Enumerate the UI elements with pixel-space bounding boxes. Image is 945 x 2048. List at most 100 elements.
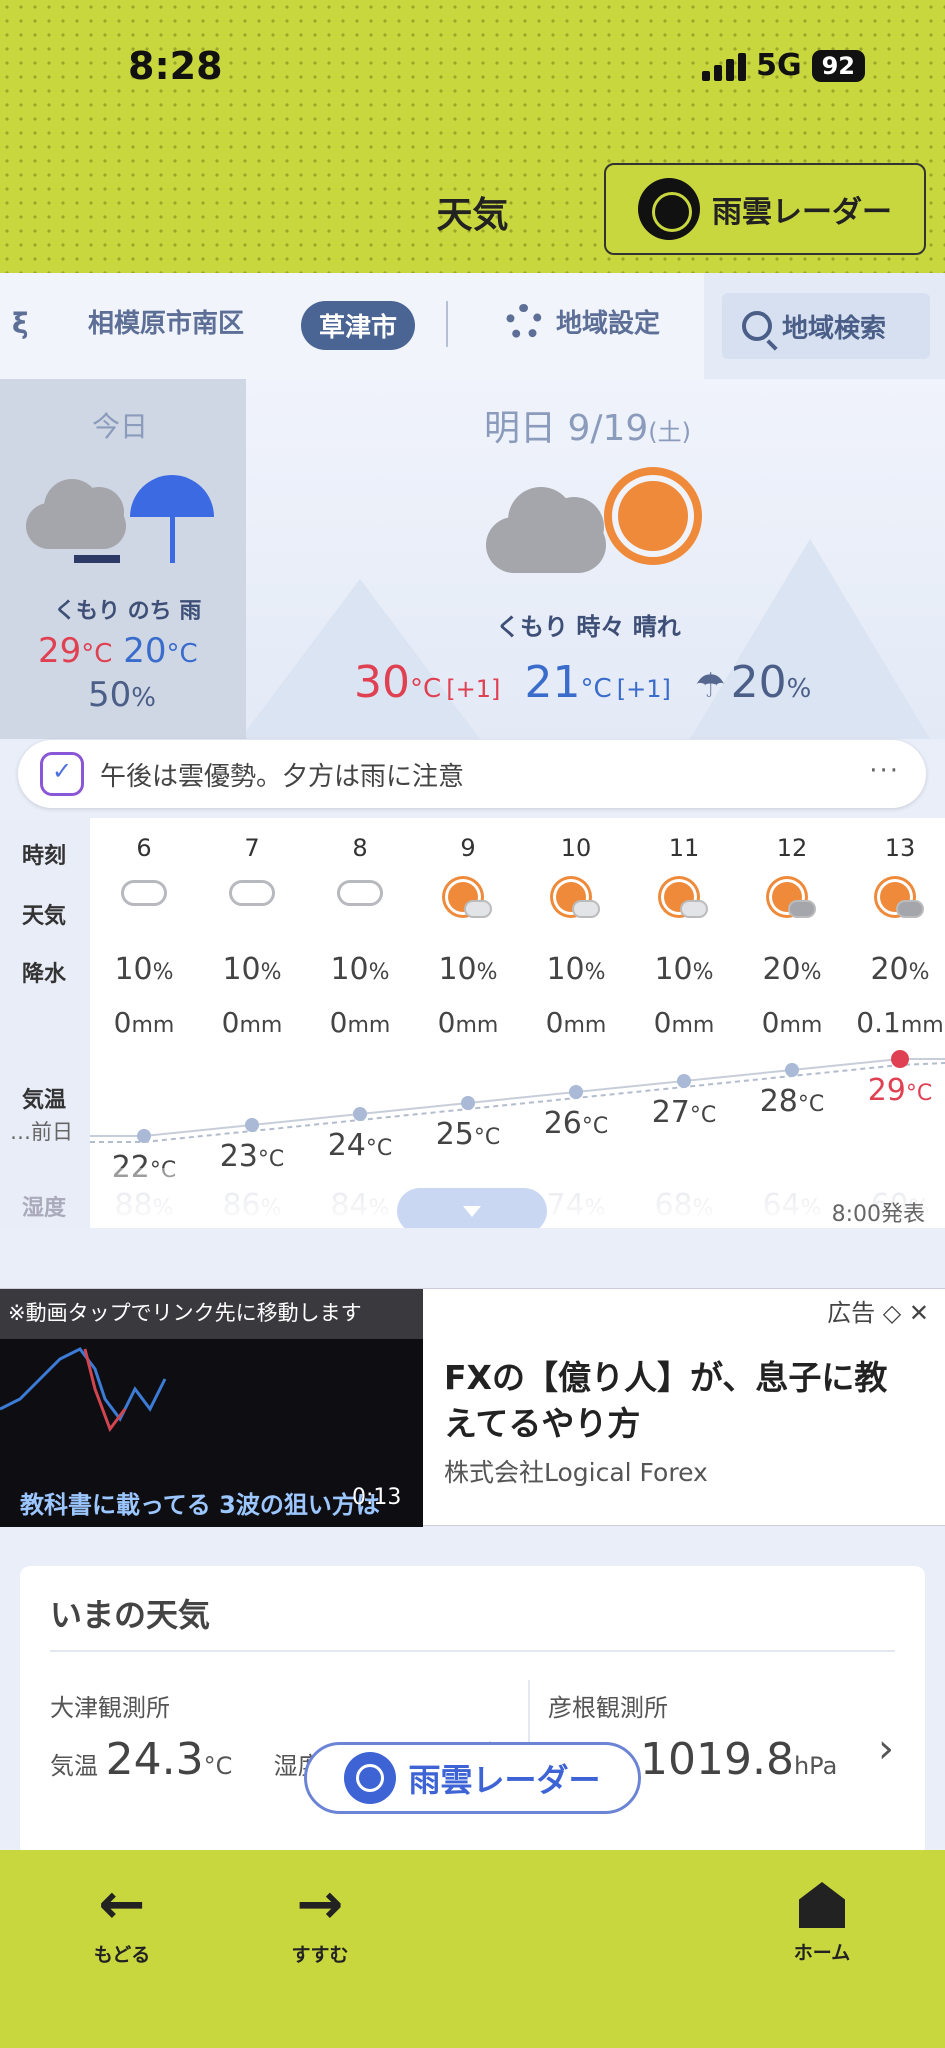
nav-back-label: もどる (93, 1944, 151, 1966)
ad-title[interactable]: FXの【億り人】が、息子に教えてるやり方 (444, 1355, 914, 1447)
precip-pct: 10% (330, 952, 390, 987)
area-settings-label: 地域設定 (556, 309, 661, 339)
radar-icon (638, 178, 700, 240)
area-search-button[interactable]: 地域検索 (722, 293, 930, 359)
divider (50, 1650, 895, 1652)
area-settings-button[interactable]: 地域設定 (506, 303, 660, 340)
home-icon (799, 1882, 845, 1928)
ad-label[interactable]: 広告 ◇ ✕ (827, 1293, 929, 1328)
area-item-kusatsu[interactable]: 草津市 (301, 301, 416, 350)
area-divider (446, 301, 448, 347)
precip-pct: 10% (546, 952, 606, 987)
app-header: 8:28 5G 92 天気 雨雲レーダー (0, 0, 945, 273)
mountain-decoration (690, 539, 930, 739)
temp-point (677, 1074, 691, 1088)
precip-mm: 0mm (437, 1006, 499, 1039)
today-high: 29 (38, 631, 82, 671)
tomorrow-weather-text: くもり 時々 晴れ (496, 613, 681, 641)
tomorrow-precip: 20 (730, 657, 787, 708)
close-icon[interactable]: ✕ (909, 1299, 929, 1327)
rain-radar-button[interactable]: 雨雲レーダー (604, 163, 926, 255)
status-indicators: 5G 92 (702, 48, 865, 83)
today-weather-text: くもり のち 雨 (54, 599, 202, 624)
bottom-nav: ← もどる → すすむ ホーム (0, 1850, 945, 2048)
more-icon[interactable]: ··· (869, 756, 900, 786)
search-icon (742, 311, 772, 341)
temp-value: 25°C (435, 1117, 501, 1152)
ad-banner[interactable]: ※動画タップでリンク先に移動します 教科書に載ってる 3波の狙い方は 0:13 … (0, 1288, 945, 1527)
tomorrow-high: 30 (354, 657, 410, 708)
today-precip: 50% (88, 675, 156, 715)
area-prev-item[interactable]: ξ (12, 307, 29, 340)
arrow-left-icon: ← (98, 1872, 146, 1937)
radar-icon (344, 1752, 397, 1804)
precip-mm: 0mm (329, 1006, 391, 1039)
signal-icon (702, 51, 747, 81)
nav-forward[interactable]: → すすむ (260, 1870, 380, 1967)
nav-home[interactable]: ホーム (762, 1870, 882, 1965)
temp-value: 24°C (327, 1128, 393, 1163)
status-time: 8:28 (128, 44, 223, 88)
today-forecast[interactable]: 今日 くもり のち 雨 29°C 20°C 50% (0, 379, 246, 739)
temp-value: 29°C (867, 1073, 933, 1108)
ad-video-caption: 教科書に載ってる 3波の狙い方は (20, 1491, 380, 1519)
hour-label: 13 (884, 834, 916, 862)
sun-cloud-icon (850, 880, 945, 924)
today-low: 20 (123, 631, 167, 671)
umbrella-icon (130, 475, 214, 563)
comment-text: 午後は雲優勢。夕方は雨に注意 (100, 761, 465, 792)
sun-cloud-icon (418, 880, 518, 924)
floating-radar-label: 雨雲レーダー (408, 1761, 601, 1799)
forecast-comment[interactable]: 午後は雲優勢。夕方は雨に注意 ··· (18, 740, 926, 808)
today-temps: 29°C 20°C (38, 631, 198, 671)
cloud-icon (202, 880, 302, 910)
expand-button[interactable] (397, 1188, 547, 1228)
cloud-icon (94, 880, 194, 910)
chevron-right-icon[interactable]: › (878, 1726, 894, 1772)
forecast-panel: 今日 くもり のち 雨 29°C 20°C 50% 明日 9/19(土) くもり… (0, 379, 945, 739)
today-precip-value: 50 (88, 675, 132, 715)
sun-icon (618, 481, 688, 551)
tomorrow-high-diff: [+1] (446, 675, 501, 703)
tomorrow-dow: (土) (648, 418, 692, 446)
area-tabs: ξ 相模原市南区 草津市 地域設定 地域検索 (0, 273, 945, 379)
precip-pct: 10% (222, 952, 282, 987)
precip-pct: 10% (438, 952, 498, 987)
nav-back[interactable]: ← もどる (62, 1870, 182, 1967)
area-item-sagamihara[interactable]: 相模原市南区 (88, 303, 244, 340)
tomorrow-low-diff: [+1] (616, 675, 671, 703)
precip-mm: 0mm (653, 1006, 715, 1039)
battery-level: 92 (811, 49, 865, 82)
rain-radar-label: 雨雲レーダー (712, 195, 892, 230)
temp-unit: °C (166, 639, 198, 669)
temp-point (353, 1107, 367, 1121)
then-arrow-icon (74, 555, 120, 563)
temp-unit: °C (203, 1752, 233, 1780)
station-name-hikone: 彦根観測所 (548, 1694, 668, 1722)
station-otsu-values[interactable]: 気温 24.3°C 湿度 (50, 1734, 322, 1785)
temp-point (137, 1129, 151, 1143)
floating-radar-button[interactable]: 雨雲レーダー (304, 1742, 641, 1814)
temp-value: 26°C (543, 1106, 609, 1141)
station-hikone-values[interactable]: 1019.8hPa (640, 1734, 837, 1785)
today-label: 今日 (92, 410, 149, 443)
pct-unit: % (131, 683, 156, 713)
issued-time: 8:00発表 (831, 1202, 925, 1227)
nav-home-label: ホーム (793, 1942, 851, 1964)
gear-icon (506, 303, 542, 340)
temp-point (891, 1050, 909, 1068)
info-icon[interactable]: ◇ (883, 1299, 901, 1327)
temp-point (569, 1085, 583, 1099)
temp-point (461, 1096, 475, 1110)
temp-point (785, 1063, 799, 1077)
ad-video[interactable]: ※動画タップでリンク先に移動します 教科書に載ってる 3波の狙い方は 0:13 (0, 1289, 423, 1527)
temp-unit: °C (580, 674, 612, 704)
hourly-forecast[interactable]: 時刻 天気 降水 気温 …前日 湿度 610%0mm22°C88%710%0mm… (0, 818, 945, 1228)
ad-video-notice: ※動画タップでリンク先に移動します (0, 1289, 423, 1339)
precip-pct: 10% (114, 952, 174, 987)
umbrella-small-icon: ☂ (695, 666, 726, 706)
ad-video-time: 0:13 (352, 1485, 402, 1510)
pressure-unit: hPa (793, 1752, 838, 1780)
hour-label: 9 (460, 834, 476, 862)
temp-label: 気温 (50, 1752, 98, 1780)
